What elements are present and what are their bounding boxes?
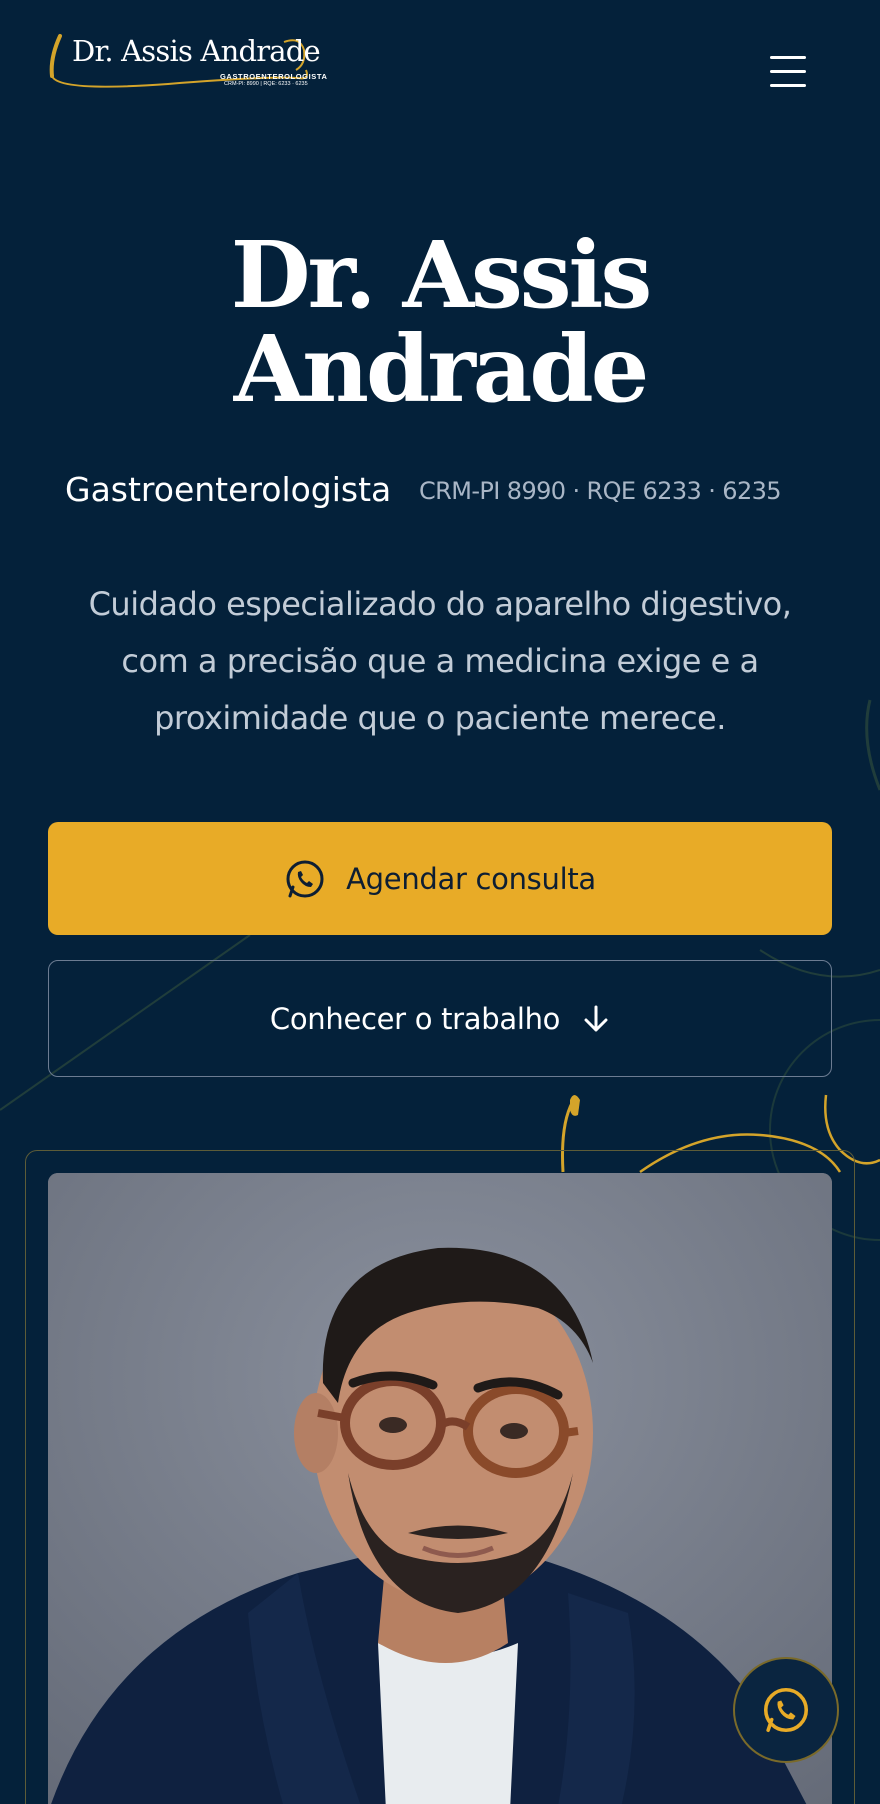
tagline: Cuidado especializado do aparelho digest… bbox=[50, 576, 830, 747]
hamburger-menu-icon-middle bbox=[770, 70, 806, 73]
learn-work-button[interactable]: Conhecer o trabalho bbox=[48, 960, 832, 1077]
arrow-down-icon bbox=[584, 1005, 608, 1031]
schedule-appointment-button[interactable]: Agendar consulta bbox=[48, 822, 832, 935]
learn-work-label: Conhecer o trabalho bbox=[269, 1001, 561, 1036]
specialty-text: Gastroenterologista bbox=[65, 470, 392, 509]
logo-name: Dr. Assis Andrade bbox=[72, 34, 321, 68]
logo-specialty: GASTROENTEROLOGISTA bbox=[220, 72, 328, 81]
doctor-portrait bbox=[48, 1173, 832, 1804]
hamburger-menu-icon bbox=[770, 56, 806, 59]
tagline-line-2: com a precisão que a medicina exige e a bbox=[121, 642, 759, 680]
logo-registration: CRM-PI: 8990 | RQE: 6233 · 6235 bbox=[224, 81, 308, 87]
tagline-line-1: Cuidado especializado do aparelho digest… bbox=[88, 585, 792, 623]
page-title: Dr. Assis Andrade bbox=[0, 228, 880, 416]
registry-text: CRM-PI 8990 · RQE 6233 · 6235 bbox=[419, 477, 782, 505]
schedule-appointment-label: Agendar consulta bbox=[346, 861, 596, 896]
title-line-2: Andrade bbox=[233, 315, 650, 423]
whatsapp-icon bbox=[763, 1687, 809, 1733]
hamburger-menu-icon-bottom bbox=[770, 84, 806, 87]
title-line-1: Dr. Assis bbox=[230, 221, 653, 329]
page: Dr. Assis Andrade GASTROENTEROLOGISTA CR… bbox=[0, 0, 880, 1804]
logo[interactable]: Dr. Assis Andrade GASTROENTEROLOGISTA CR… bbox=[48, 30, 348, 100]
hamburger-menu-button[interactable] bbox=[762, 50, 814, 94]
tagline-line-3: proximidade que o paciente merece. bbox=[154, 699, 726, 737]
whatsapp-icon bbox=[286, 860, 324, 897]
portrait-illustration bbox=[48, 1173, 832, 1804]
floating-whatsapp-button[interactable] bbox=[733, 1657, 839, 1763]
